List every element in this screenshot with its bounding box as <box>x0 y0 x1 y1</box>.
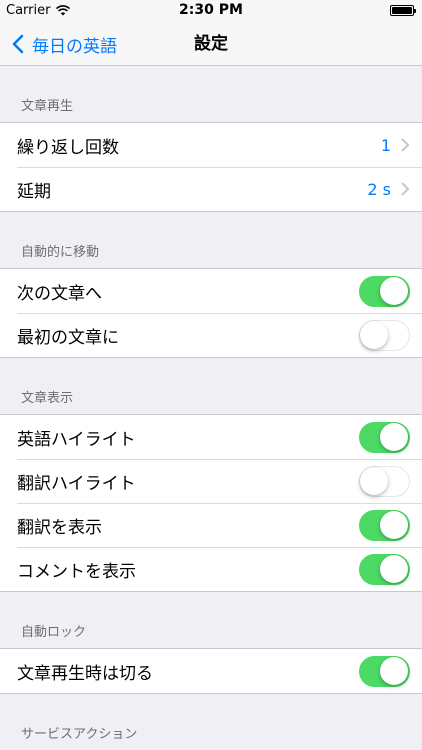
settings-group-auto-move: 次の文章へ 最初の文章に <box>0 268 422 358</box>
settings-list: 文章再生 繰り返し回数 1 延期 2 s 自動的に移動 次の文章へ 最初の文章に <box>0 66 422 750</box>
setting-disable-autolock: 文章再生時は切る <box>0 649 422 693</box>
chevron-right-icon <box>401 138 409 152</box>
toggle-switch[interactable] <box>359 509 410 541</box>
status-time: 2:30 PM <box>179 2 243 18</box>
setting-label: 次の文章へ <box>17 283 102 304</box>
toggle-switch[interactable] <box>359 421 410 453</box>
section-header-auto-move: 自動的に移動 <box>21 245 100 260</box>
page-title: 設定 <box>194 34 228 54</box>
setting-label: 翻訳ハイライト <box>17 473 136 494</box>
setting-next-sentence: 次の文章へ <box>0 269 422 313</box>
setting-english-highlight: 英語ハイライト <box>0 415 422 459</box>
settings-group-playback: 繰り返し回数 1 延期 2 s <box>0 122 422 212</box>
toggle-switch[interactable] <box>359 319 410 351</box>
toggle-switch[interactable] <box>359 465 410 497</box>
setting-first-sentence: 最初の文章に <box>0 313 422 357</box>
setting-show-comment: コメントを表示 <box>0 547 422 591</box>
toggle-switch[interactable] <box>359 275 410 307</box>
settings-group-auto-lock: 文章再生時は切る <box>0 648 422 694</box>
section-header-service-actions: サービスアクション <box>21 727 138 742</box>
toggle-switch[interactable] <box>359 553 410 585</box>
section-header-auto-lock: 自動ロック <box>21 625 87 640</box>
setting-label: 翻訳を表示 <box>17 517 102 538</box>
chevron-right-icon <box>401 182 409 196</box>
setting-label: 文章再生時は切る <box>17 663 153 684</box>
setting-value: 2 s <box>367 179 391 199</box>
battery-icon <box>390 5 416 16</box>
toggle-switch[interactable] <box>359 655 410 687</box>
setting-value: 1 <box>380 135 391 155</box>
setting-label: 延期 <box>17 181 51 202</box>
setting-label: 繰り返し回数 <box>17 137 119 158</box>
setting-translation-highlight: 翻訳ハイライト <box>0 459 422 503</box>
settings-group-display: 英語ハイライト 翻訳ハイライト 翻訳を表示 コメントを表示 <box>0 414 422 592</box>
setting-label: コメントを表示 <box>17 561 136 582</box>
setting-label: 最初の文章に <box>17 327 119 348</box>
setting-show-translation: 翻訳を表示 <box>0 503 422 547</box>
section-header-display: 文章表示 <box>21 391 74 406</box>
setting-repeat-count[interactable]: 繰り返し回数 1 <box>0 123 422 167</box>
status-bar: Carrier 2:30 PM <box>0 0 422 22</box>
section-header-playback: 文章再生 <box>21 99 74 114</box>
navigation-bar: 毎日の英語 設定 <box>0 22 422 66</box>
setting-label: 英語ハイライト <box>17 429 136 450</box>
setting-delay[interactable]: 延期 2 s <box>0 167 422 211</box>
